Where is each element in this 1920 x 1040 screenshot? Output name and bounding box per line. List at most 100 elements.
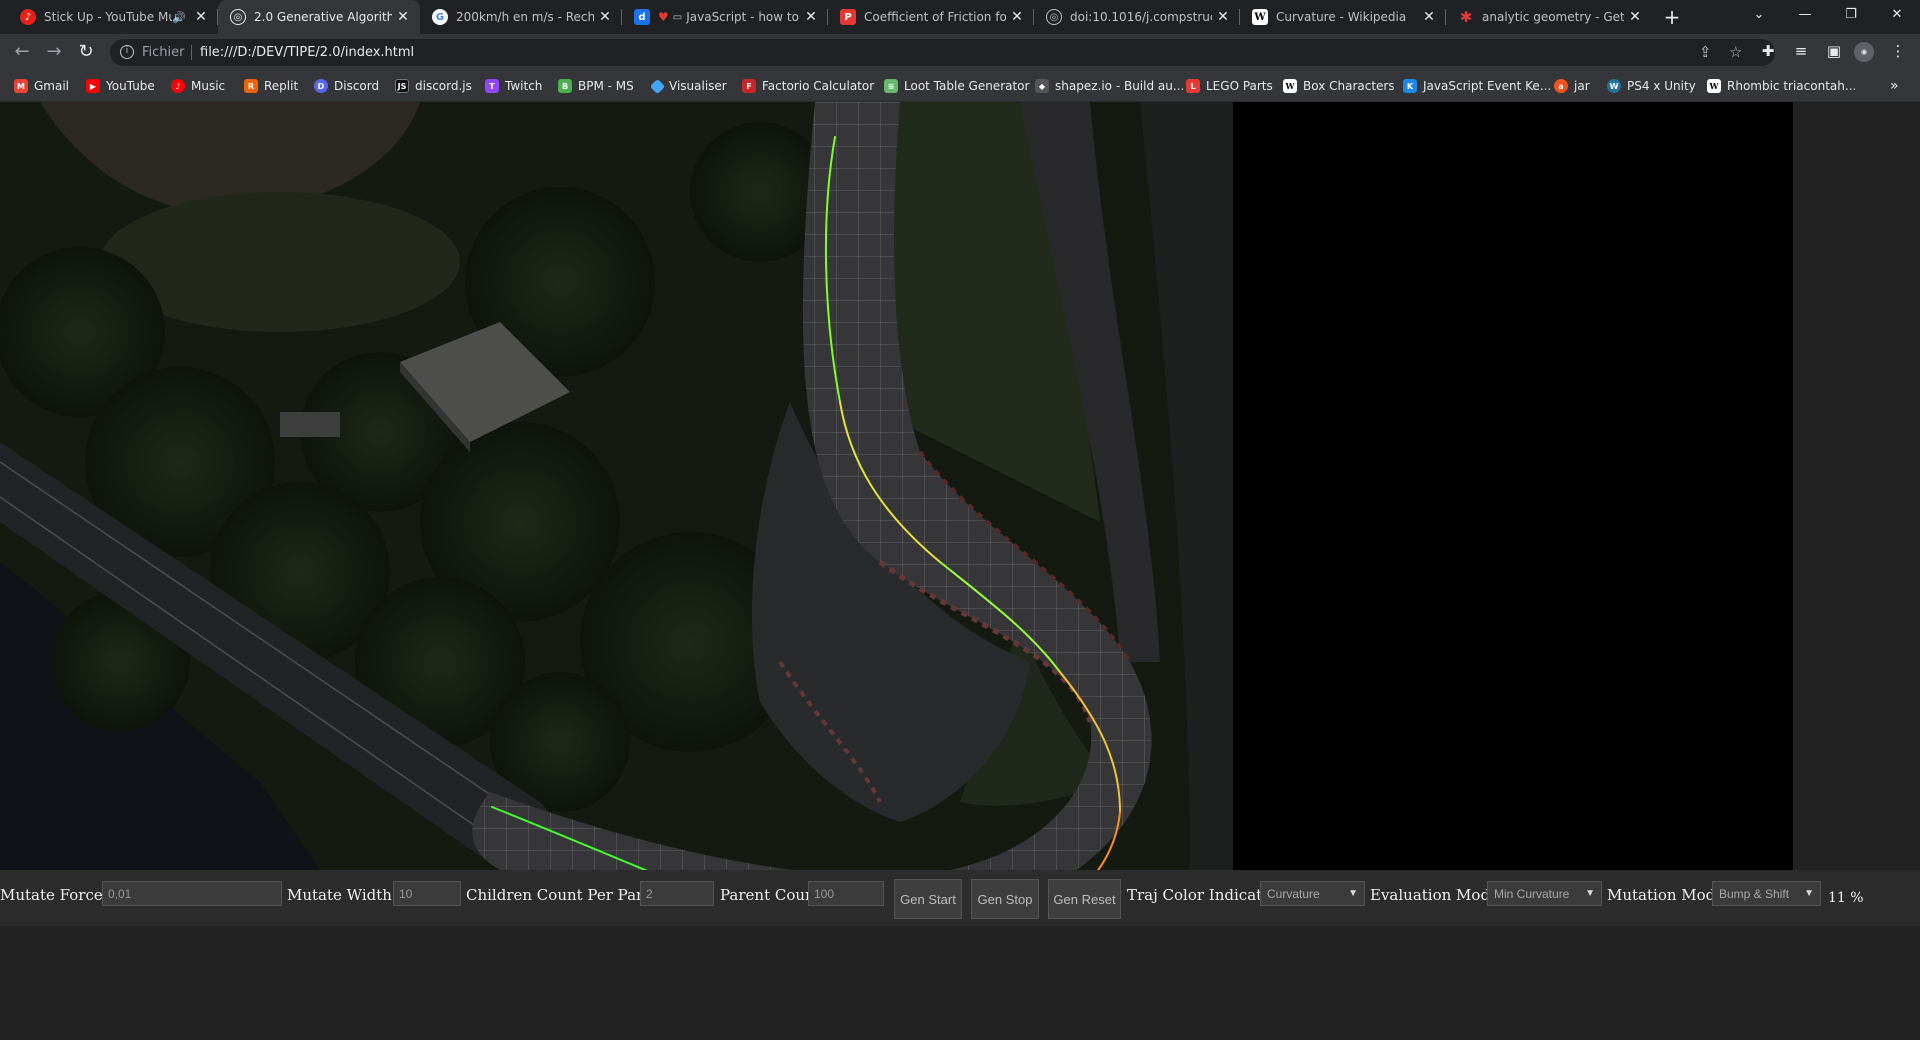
bookmark-shapez[interactable]: ◆ shapez.io - Build au... [1035,70,1184,102]
children-count-input[interactable] [640,881,714,906]
tab-strip: ♪ Stick Up - YouTube Mu 🔊 ✕ ◎ 2.0 Genera… [0,0,1920,34]
track-canvas[interactable] [0,102,1233,870]
bookmark-factorio[interactable]: F Factorio Calculator [742,70,874,102]
mutation-mode-select[interactable]: Bump & Shift ▼ [1712,881,1821,906]
wordpress-icon: W [1607,79,1621,93]
mathstackexchange-icon: ✱ [1459,8,1473,26]
wikipedia-icon: W [1283,79,1297,93]
bookmark-youtube[interactable]: ▶ YouTube [86,70,155,102]
bookmark-lego[interactable]: L LEGO Parts [1186,70,1273,102]
avatar[interactable]: ◉ [1854,42,1874,62]
bookmark-gmail[interactable]: M Gmail [14,70,69,102]
bookmark-label: Factorio Calculator [762,79,875,93]
track-map-image [0,102,1233,870]
discordjs-icon: JS [395,79,409,93]
tab-6[interactable]: W Curvature - Wikipedia ✕ [1240,0,1446,34]
replit-icon: R [244,79,258,93]
parent-count-input[interactable] [808,881,884,906]
tab-2[interactable]: G 200km/h en m/s - Recherc ✕ [420,0,622,34]
url-scheme-label: Fichier [142,45,185,60]
evaluation-mode-value: Min Curvature [1494,886,1570,901]
bpm-icon: B [558,79,572,93]
chevron-down-icon: ▼ [1585,888,1595,899]
evolution-canvas[interactable] [1233,102,1793,870]
info-icon[interactable]: i [120,45,134,59]
speaker-icon[interactable]: 🔊 [172,11,186,24]
minimize-button[interactable]: — [1782,0,1828,30]
bookmark-discord[interactable]: D Discord [314,70,379,102]
reload-icon[interactable]: ↻ [74,41,98,63]
tab-7[interactable]: ✱ analytic geometry - Get th ✕ [1446,0,1652,34]
close-icon[interactable]: ✕ [594,9,616,25]
close-icon[interactable]: ✕ [392,9,414,25]
shapez-icon: ◆ [1035,79,1049,93]
bookmark-visualiser[interactable]: Visualiser [649,70,727,102]
tab-1[interactable]: ◎ 2.0 Generative Algorithm ✕ [218,0,420,34]
close-icon[interactable]: ✕ [1624,9,1646,25]
bookmark-rhombic[interactable]: W Rhombic triacontah... [1707,70,1856,102]
address-bar[interactable]: i Fichier file:///D:/DEV/TIPE/2.0/index.… [110,39,1775,66]
youtube-music-icon: ♪ [171,79,185,93]
restore-button[interactable]: ❐ [1828,0,1874,30]
wikipedia-icon: W [1707,79,1721,93]
tab-0[interactable]: ♪ Stick Up - YouTube Mu 🔊 ✕ [8,0,218,34]
close-window-button[interactable]: ✕ [1874,0,1920,30]
close-icon[interactable]: ✕ [190,9,212,25]
star-icon[interactable]: ☆ [1729,43,1742,61]
mutate-force-input[interactable] [102,881,282,906]
tab-search-chevron-icon[interactable]: ⌄ [1736,0,1782,30]
forward-arrow-icon[interactable]: → [42,41,66,63]
tab-title: 2.0 Generative Algorithm [254,10,392,24]
close-icon[interactable]: ✕ [1212,9,1234,25]
close-icon[interactable]: ✕ [1418,9,1440,25]
evaluation-mode-select[interactable]: Min Curvature ▼ [1487,881,1602,906]
share-icon[interactable]: ⇪ [1699,43,1712,61]
gen-start-button[interactable]: Gen Start [894,879,962,919]
tab-3[interactable]: d ♥ ▭ JavaScript - how to ✕ [622,0,828,34]
bookmark-label: Box Characters [1303,79,1395,93]
new-tab-button[interactable]: + [1660,6,1684,28]
tab-5[interactable]: ◎ doi:10.1016/j.compstruc.20 ✕ [1034,0,1240,34]
gen-stop-button[interactable]: Gen Stop [971,879,1039,919]
media-queue-icon[interactable]: ≡ [1791,42,1811,60]
side-panel-icon[interactable]: ▣ [1824,42,1844,60]
controls-bar: Mutate Force : Mutate Width : Children C… [0,870,1920,926]
bookmark-twitch[interactable]: T Twitch [485,70,542,102]
bookmark-jar[interactable]: a jar [1554,70,1590,102]
menu-kebab-icon[interactable]: ⋮ [1888,42,1908,60]
wikipedia-icon: W [1252,9,1268,25]
bookmark-music[interactable]: ♪ Music [171,70,225,102]
bookmark-label: shapez.io - Build au... [1055,79,1185,93]
keycode-icon: K [1403,79,1417,93]
bookmark-ps4-unity[interactable]: W PS4 x Unity [1607,70,1696,102]
bookmark-label: Loot Table Generator [904,79,1030,93]
mutate-width-input[interactable] [393,881,461,906]
bookmark-label: YouTube [106,79,155,93]
extensions-icon[interactable]: ✚ [1758,42,1778,60]
bookmark-discordjs[interactable]: JS discord.js [395,70,472,102]
mutation-mode-value: Bump & Shift [1719,886,1790,901]
tab-title: Coefficient of Friction for F [864,10,1006,24]
bookmark-label: Discord [334,79,380,93]
bookmark-bpm[interactable]: B BPM - MS [558,70,634,102]
browser-toolbar: ← → ↻ i Fichier file:///D:/DEV/TIPE/2.0/… [0,34,1920,70]
back-arrow-icon[interactable]: ← [10,41,34,63]
bookmark-label: jar [1574,79,1590,93]
bookmark-loot-table[interactable]: ≡ Loot Table Generator [884,70,1029,102]
twitch-icon: T [485,79,499,93]
bookmark-box-characters[interactable]: W Box Characters [1283,70,1395,102]
bookmark-replit[interactable]: R Replit [244,70,298,102]
chevron-down-icon: ▼ [1348,888,1358,899]
tab-4[interactable]: P Coefficient of Friction for F ✕ [828,0,1034,34]
close-icon[interactable]: ✕ [800,9,822,25]
gen-reset-button[interactable]: Gen Reset [1048,879,1121,919]
bookmarks-overflow-icon[interactable]: » [1890,78,1899,94]
bookmark-keycode[interactable]: K JavaScript Event Ke... [1403,70,1551,102]
bookmark-label: Music [191,79,226,93]
bookmark-label: Replit [264,79,299,93]
close-icon[interactable]: ✕ [1006,9,1028,25]
visualiser-icon [649,78,666,94]
url-text[interactable]: file:///D:/DEV/TIPE/2.0/index.html [200,45,414,60]
traj-color-select[interactable]: Curvature ▼ [1260,881,1365,906]
tab-title: doi:10.1016/j.compstruc.20 [1070,10,1212,24]
